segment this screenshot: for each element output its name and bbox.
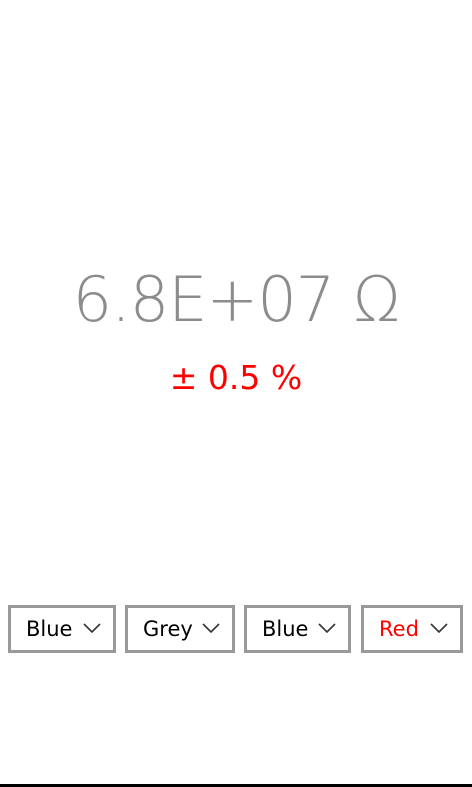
band-1-label: Blue bbox=[26, 617, 73, 641]
band-3-dropdown[interactable]: Blue bbox=[244, 605, 351, 653]
band-3-label: Blue bbox=[262, 617, 309, 641]
band-2-label: Grey bbox=[143, 617, 193, 641]
tolerance-value: ± 0.5 % bbox=[169, 358, 303, 397]
band-4-dropdown[interactable]: Red bbox=[361, 605, 463, 653]
chevron-down-icon bbox=[83, 623, 101, 634]
resistor-calculator-app: 6.8E+07 Ω ± 0.5 % Blue Grey Blue Red bbox=[0, 0, 472, 787]
band-1-dropdown[interactable]: Blue bbox=[8, 605, 116, 653]
chevron-down-icon bbox=[430, 623, 448, 634]
band-4-label: Red bbox=[379, 617, 419, 641]
chevron-down-icon bbox=[318, 623, 336, 634]
band-selectors: Blue Grey Blue Red bbox=[0, 605, 472, 653]
chevron-down-icon bbox=[202, 623, 220, 634]
resistance-value: 6.8E+07 Ω bbox=[72, 263, 401, 336]
band-2-dropdown[interactable]: Grey bbox=[125, 605, 235, 653]
